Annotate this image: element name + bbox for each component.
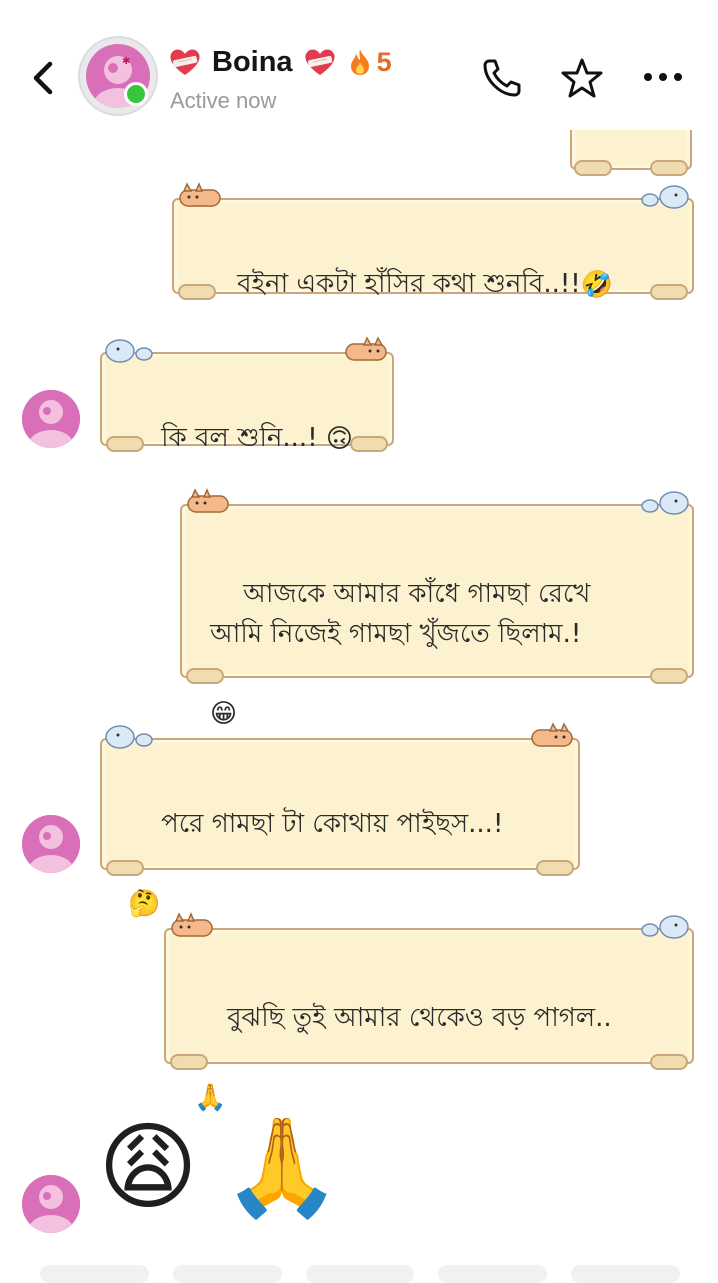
heart-bandage-icon xyxy=(170,49,200,75)
cat-sticker-icon xyxy=(531,722,573,747)
cat-sticker-icon xyxy=(345,336,387,361)
dog-sticker-icon xyxy=(641,185,689,209)
svg-text:✱: ✱ xyxy=(122,56,130,67)
chevron-left-icon[interactable] xyxy=(26,56,60,100)
dog-sticker-icon xyxy=(105,339,153,363)
weary-face-emoji[interactable]: 😩 xyxy=(98,1112,198,1222)
contact-avatar-small[interactable] xyxy=(22,815,80,873)
online-indicator xyxy=(124,82,148,106)
message-text: বুঝছি তুই আমার থেকেও বড় পাগল.. xyxy=(227,1003,612,1033)
message-bubble-sent[interactable]: বইনা একটা হাঁসির কথা শুনবি..!!🤣 xyxy=(172,182,694,300)
heart-bandage-icon xyxy=(304,49,335,75)
contact-avatar-small[interactable] xyxy=(22,390,80,448)
message-text: পরে গামছা টা কোথায় পাইছস...! xyxy=(161,809,504,839)
message-text: কি বল শুনি...! xyxy=(161,423,326,453)
rofl-emoji: 🤣 xyxy=(580,269,614,300)
message-bubble-sent[interactable]: বুঝছি তুই আমার থেকেও বড় পাগল.. 🙏 xyxy=(164,912,694,1113)
grinning-face-emoji: 😁 xyxy=(210,699,238,729)
contact-avatar-small[interactable] xyxy=(22,1175,80,1233)
cat-sticker-icon xyxy=(171,912,213,937)
fire-icon xyxy=(350,49,369,75)
message-text: বইনা একটা হাঁসির কথা শুনবি..!! xyxy=(237,269,581,299)
folded-hands-emoji[interactable]: 🙏 xyxy=(222,1112,342,1222)
contact-name: Boina xyxy=(212,45,293,78)
message-bubble-sent[interactable]: আজকে আমার কাঁধে গামছা রেখে আমি নিজেই গাম… xyxy=(180,488,694,729)
status-text: Active now xyxy=(170,88,277,113)
quick-reply-bar-partial xyxy=(40,1265,680,1283)
more-dots-icon[interactable] xyxy=(640,62,686,92)
message-bubble-received[interactable]: কি বল শুনি...! 🙃 xyxy=(100,336,394,454)
upside-down-face-emoji: 🙃 xyxy=(325,423,353,454)
streak-count: 5 xyxy=(376,46,392,77)
star-icon[interactable] xyxy=(560,56,604,100)
message-bubble-received[interactable]: পরে গামছা টা কোথায় পাইছস...! 🤔 xyxy=(100,722,580,919)
dog-sticker-icon xyxy=(641,491,689,515)
contact-title[interactable]: Boina 5 xyxy=(168,44,392,80)
phone-icon[interactable] xyxy=(480,56,524,100)
cat-sticker-icon xyxy=(179,182,221,207)
contact-avatar[interactable]: ✱ xyxy=(80,38,156,114)
dog-sticker-icon xyxy=(641,915,689,939)
chat-header: ✱ Boina 5 Active now xyxy=(0,0,718,130)
dog-sticker-icon xyxy=(105,725,153,749)
cat-sticker-icon xyxy=(187,488,229,513)
message-text: আজকে আমার কাঁধে গামছা রেখে আমি নিজেই গাম… xyxy=(210,579,591,649)
